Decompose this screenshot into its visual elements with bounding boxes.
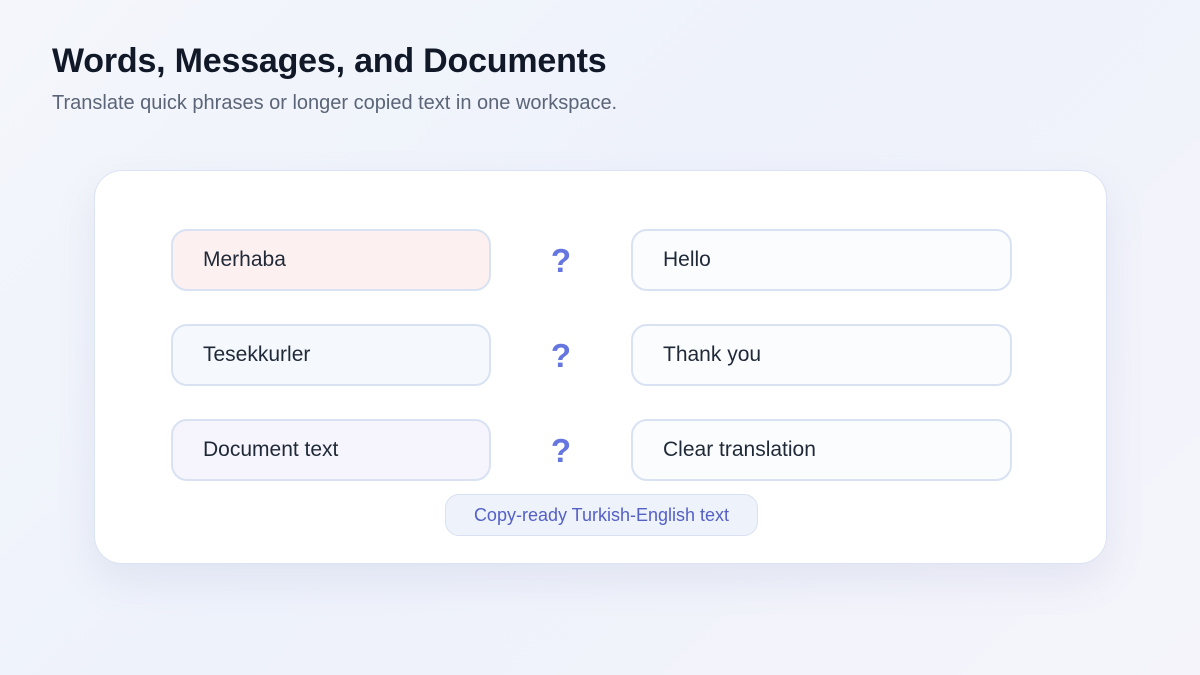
translate-arrow-icon: ?	[550, 336, 572, 374]
source-text-box[interactable]: Tesekkurler	[171, 324, 491, 386]
translation-row: Merhaba ? Hello	[171, 229, 1012, 291]
target-text-box[interactable]: Hello	[631, 229, 1012, 291]
target-text-box[interactable]: Thank you	[631, 324, 1012, 386]
page-title: Words, Messages, and Documents	[52, 42, 607, 80]
translation-row: Document text ? Clear translation	[171, 419, 1012, 481]
copy-ready-badge: Copy-ready Turkish-English text	[445, 494, 758, 536]
page-header: Words, Messages, and Documents Translate…	[52, 40, 617, 116]
translation-card: Merhaba ? Hello Tesekkurler ? Thank you …	[94, 170, 1107, 564]
page-subtitle: Translate quick phrases or longer copied…	[52, 92, 618, 114]
target-text-box[interactable]: Clear translation	[631, 419, 1012, 481]
translate-arrow-icon: ?	[550, 431, 572, 469]
translation-list: Merhaba ? Hello Tesekkurler ? Thank you …	[171, 229, 1012, 481]
source-text-box[interactable]: Merhaba	[171, 229, 491, 291]
translate-arrow-icon: ?	[550, 241, 572, 279]
source-text-box[interactable]: Document text	[171, 419, 491, 481]
translation-row: Tesekkurler ? Thank you	[171, 324, 1012, 386]
